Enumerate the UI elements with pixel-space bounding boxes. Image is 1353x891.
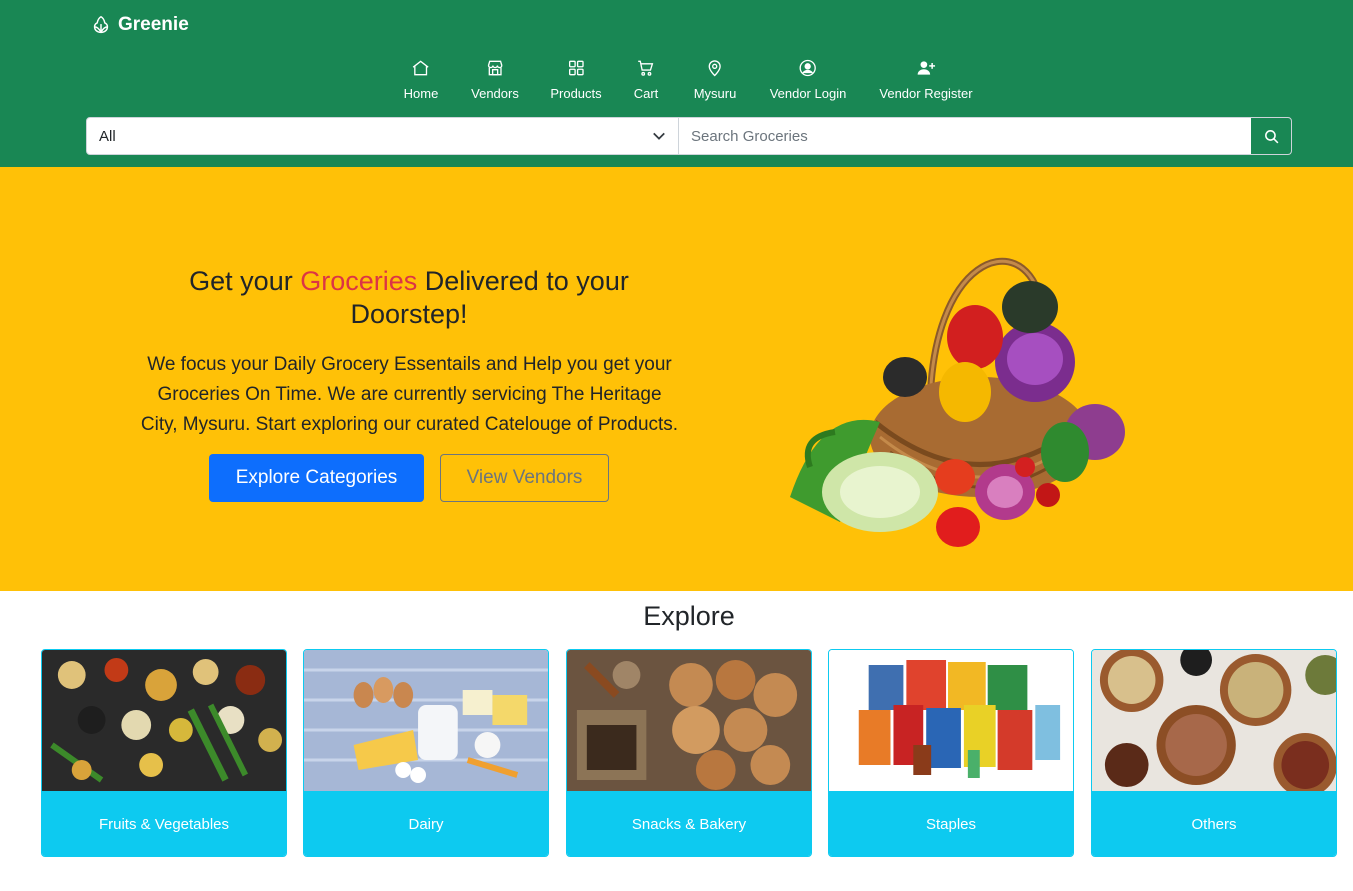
- view-vendors-button[interactable]: View Vendors: [440, 454, 609, 502]
- nav-vendor-login[interactable]: Vendor Login: [769, 58, 847, 101]
- nav-label: Cart: [633, 86, 659, 101]
- vegetable-basket-image: [790, 257, 1125, 547]
- explore-title: Explore: [643, 601, 735, 631]
- nav-label: Vendors: [471, 86, 519, 101]
- explore-categories-button[interactable]: Explore Categories: [209, 454, 424, 502]
- category-card-dairy[interactable]: Dairy: [303, 649, 549, 857]
- nav-products[interactable]: Products: [550, 58, 602, 101]
- nav-label: Products: [550, 86, 602, 101]
- search-bar: All: [86, 117, 1292, 155]
- hero-description: We focus your Daily Grocery Essentails a…: [140, 354, 679, 435]
- category-label: Dairy: [304, 791, 548, 856]
- chevron-down-icon: [653, 132, 665, 140]
- main-nav: Home Vendors Products Cart Mysuru Vendor…: [0, 58, 1353, 108]
- hero-section: Get your Groceries Delivered to your Doo…: [0, 167, 1353, 591]
- snacks-bakery-image: [567, 650, 811, 791]
- nav-location[interactable]: Mysuru: [693, 58, 737, 101]
- shop-icon: [487, 60, 503, 76]
- brand-name: Greenie: [118, 14, 189, 35]
- category-label: Fruits & Vegetables: [42, 791, 286, 856]
- category-label: Snacks & Bakery: [567, 791, 811, 856]
- category-card-snacks-bakery[interactable]: Snacks & Bakery: [566, 649, 812, 857]
- nav-label: Vendor Register: [879, 86, 973, 101]
- category-select[interactable]: All: [87, 118, 679, 154]
- nav-label: Home: [403, 86, 439, 101]
- category-select-value: All: [99, 127, 116, 145]
- hero-title-accent: Groceries: [300, 266, 418, 296]
- brand-logo[interactable]: Greenie: [90, 14, 189, 36]
- grid-icon: [568, 60, 584, 76]
- search-input[interactable]: [679, 118, 1250, 154]
- staples-image: [829, 650, 1073, 791]
- location-pin-icon: [708, 60, 722, 77]
- category-card-others[interactable]: Others: [1091, 649, 1337, 857]
- nav-cart[interactable]: Cart: [633, 58, 659, 101]
- hero-title: Get your Groceries Delivered to your Doo…: [189, 266, 629, 329]
- search-button[interactable]: [1250, 118, 1291, 154]
- cart-icon: [638, 60, 654, 76]
- nav-label: Mysuru: [693, 86, 737, 101]
- user-circle-icon: [799, 59, 817, 77]
- category-card-fruits-vegetables[interactable]: Fruits & Vegetables: [41, 649, 287, 857]
- others-image: [1092, 650, 1336, 791]
- fruits-vegetables-image: [42, 650, 286, 791]
- category-label: Staples: [829, 791, 1073, 856]
- category-card-staples[interactable]: Staples: [828, 649, 1074, 857]
- dairy-image: [304, 650, 548, 791]
- nav-home[interactable]: Home: [403, 58, 439, 101]
- search-icon: [1264, 129, 1278, 143]
- nav-vendors[interactable]: Vendors: [471, 58, 519, 101]
- nav-vendor-register[interactable]: Vendor Register: [879, 58, 973, 101]
- nav-label: Vendor Login: [769, 86, 847, 101]
- user-plus-icon: [917, 61, 935, 75]
- category-label: Others: [1092, 791, 1336, 856]
- navbar: Greenie Home Vendors Products Cart Mysur…: [0, 0, 1353, 167]
- home-icon: [413, 60, 429, 76]
- leaf-icon: [93, 15, 109, 34]
